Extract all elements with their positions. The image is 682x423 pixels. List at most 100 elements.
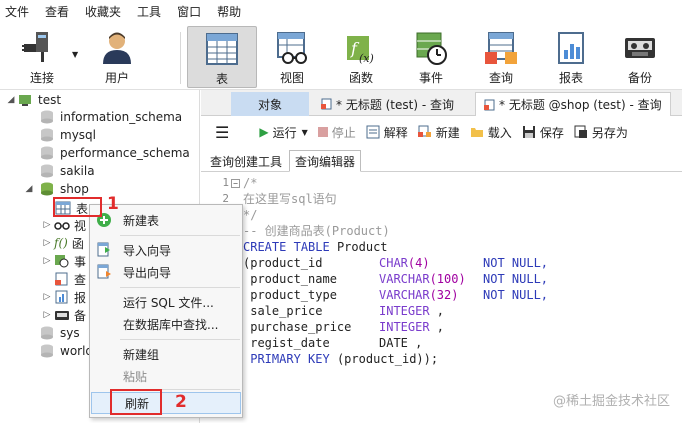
event-icon (416, 32, 447, 65)
tree-db-sakila[interactable]: sakila (40, 162, 95, 180)
menu-file[interactable]: 文件 (0, 0, 37, 24)
tab-query-builder[interactable]: 查询创建工具 (205, 150, 287, 172)
function-icon: f (x) (347, 36, 374, 65)
menu-item-import-wizard[interactable]: 导入向导 (90, 239, 242, 261)
save-as-icon (574, 125, 587, 138)
user-label: 用户 (104, 71, 129, 85)
tab-label: * 无标题 (test) - 查询 (336, 97, 454, 112)
hamburger-menu-icon[interactable]: ☰ (215, 123, 229, 142)
report-button[interactable]: 报表 (543, 26, 599, 88)
tree-label: 函 (71, 236, 84, 251)
backup-button[interactable]: 备份 (612, 26, 668, 88)
tree-reports[interactable]: ▷ 报 (42, 288, 86, 306)
user-icon (103, 32, 131, 64)
save-icon (522, 126, 535, 138)
toolbar-separator (180, 32, 181, 84)
menu-bar: 文件 查看 收藏夹 工具 窗口 帮助 (0, 0, 682, 24)
query-tab-icon (484, 99, 495, 110)
query-label: 查询 (488, 71, 513, 85)
tree-db-performance-schema[interactable]: performance_schema (40, 144, 190, 162)
view-button[interactable]: 视图 (264, 26, 320, 88)
report-icon (558, 32, 584, 64)
annotation-number: 1 (107, 194, 119, 214)
code-line: sale_price (243, 304, 323, 318)
connect-button[interactable]: 连接 (14, 26, 70, 88)
tree-db-shop[interactable]: ◢ shop (24, 180, 89, 198)
folder-icon (470, 128, 483, 137)
explain-icon (366, 125, 380, 139)
report-label: 报表 (558, 71, 583, 85)
tree-db-information-schema[interactable]: information_schema (40, 108, 182, 126)
query-button[interactable]: 查询 (473, 26, 529, 88)
code-line: CREATE TABLE Product (243, 240, 388, 254)
tab-label: * 无标题 @shop (test) - 查询 (499, 98, 662, 112)
menu-item-new-group[interactable]: 新建组 (90, 343, 242, 365)
tab-query-editor[interactable]: 查询编辑器 (289, 150, 362, 172)
plug-icon (22, 32, 48, 62)
menu-item-find-in-database[interactable]: 在数据库中查找... (90, 313, 242, 335)
tab-query-shop[interactable]: * 无标题 @shop (test) - 查询 (475, 92, 671, 116)
table-label: 表 (215, 72, 228, 86)
connection-icon (19, 95, 31, 106)
menu-separator (120, 287, 240, 288)
stop-button[interactable]: 停止 (317, 124, 356, 141)
tree-label: 视 (74, 218, 87, 233)
menu-item-export-wizard[interactable]: 导出向导 (90, 261, 242, 283)
run-dropdown-icon[interactable]: ▼ (302, 128, 308, 137)
stop-icon (317, 127, 328, 137)
event-label: 事件 (418, 71, 443, 85)
menu-tools[interactable]: 工具 (129, 0, 169, 24)
tab-objects[interactable]: 对象 (231, 92, 309, 116)
tree-label: sys (60, 326, 80, 340)
tree-queries[interactable]: 查 (52, 270, 86, 288)
load-button[interactable]: 载入 (470, 124, 512, 141)
tree-connection-test[interactable]: ◢ test (6, 91, 62, 109)
tree-db-world[interactable]: world (40, 342, 93, 360)
menu-help[interactable]: 帮助 (209, 0, 249, 24)
explain-button[interactable]: 解释 (366, 124, 408, 141)
database-icon (41, 326, 53, 340)
code-line: product_name (243, 272, 337, 286)
menu-window[interactable]: 窗口 (169, 0, 209, 24)
expand-arrow-icon[interactable]: ◢ (24, 184, 34, 194)
table-icon (206, 33, 238, 65)
view-icon (54, 222, 70, 230)
tree-events[interactable]: ▷ 事 (42, 252, 86, 270)
export-icon (97, 264, 111, 279)
expand-arrow-icon[interactable]: ▷ (42, 292, 52, 302)
view-label: 视图 (279, 71, 304, 85)
tree-functions[interactable]: ▷ f() 函 (42, 234, 84, 252)
menu-item-run-sql-file[interactable]: 运行 SQL 文件... (90, 291, 242, 313)
tree-backups[interactable]: ▷ 备 (42, 306, 86, 324)
code-line: product_type (243, 288, 337, 302)
save-as-button[interactable]: 另存为 (574, 124, 628, 141)
tree-views[interactable]: ▷ 视 (42, 216, 86, 234)
expand-arrow-icon[interactable]: ▷ (42, 220, 52, 230)
query-tab-icon (321, 98, 332, 110)
menu-favorites[interactable]: 收藏夹 (77, 0, 129, 24)
code-line: /* (243, 176, 258, 190)
menu-view[interactable]: 查看 (37, 0, 77, 24)
tree-label: 事 (74, 254, 87, 269)
tab-query-test[interactable]: * 无标题 (test) - 查询 (313, 92, 473, 116)
database-icon (41, 164, 53, 178)
table-button[interactable]: 表 (187, 26, 257, 88)
event-button[interactable]: 事件 (403, 26, 459, 88)
connect-dropdown-icon[interactable]: ▼ (72, 50, 78, 59)
user-button[interactable]: 用户 (92, 26, 142, 88)
sql-editor[interactable]: 1 − 2 /* 在这里写sql语句 */ -- 创建商品表(Product) … (201, 173, 682, 423)
tree-db-sys[interactable]: sys (40, 324, 80, 342)
database-open-icon (41, 182, 53, 196)
new-query-button[interactable]: 新建 (417, 124, 460, 141)
function-button[interactable]: f (x) 函数 (333, 26, 389, 88)
save-button[interactable]: 保存 (522, 124, 564, 141)
run-button[interactable]: ▶ 运行 ▼ (259, 124, 307, 141)
tree-db-mysql[interactable]: mysql (40, 126, 96, 144)
expand-arrow-icon[interactable]: ▷ (42, 256, 52, 266)
expand-arrow-icon[interactable]: ▷ (42, 238, 52, 248)
query-icon (485, 32, 517, 64)
fold-toggle-icon[interactable]: − (231, 179, 240, 188)
expand-arrow-icon[interactable]: ▷ (42, 310, 52, 320)
tree-label: sakila (60, 164, 95, 178)
expand-arrow-icon[interactable]: ◢ (6, 95, 16, 105)
